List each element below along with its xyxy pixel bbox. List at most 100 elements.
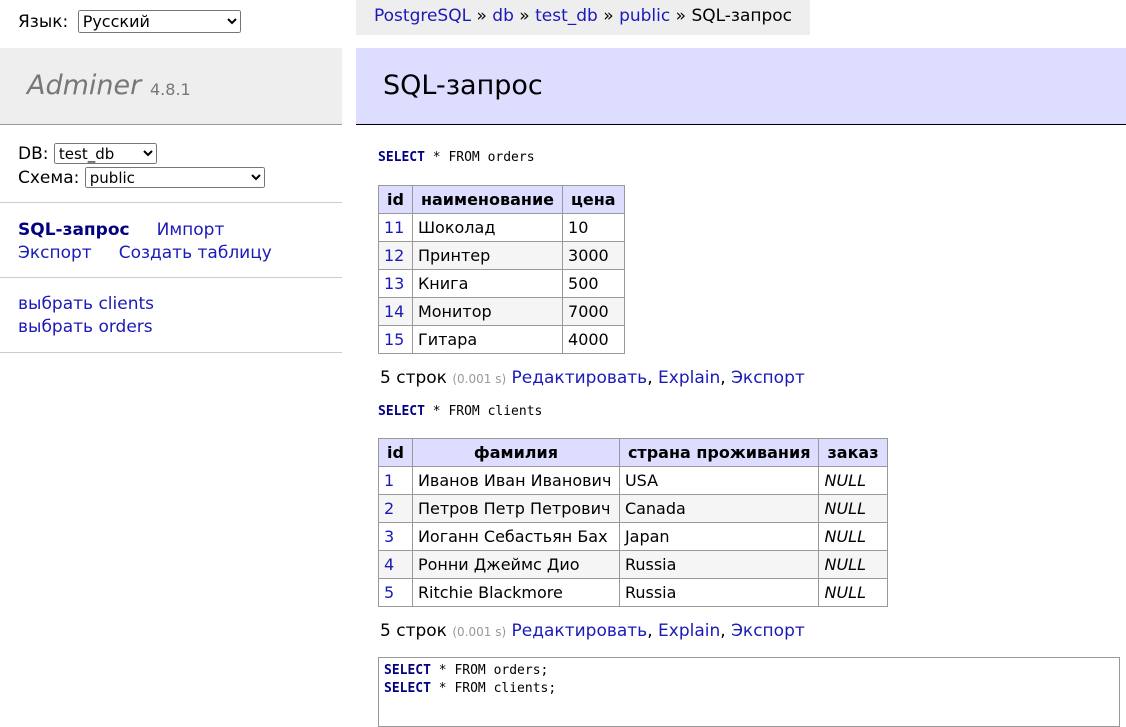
db-selector: DB: test_db Схема: public bbox=[18, 142, 265, 190]
table-cell: Гитара bbox=[411, 325, 564, 354]
table-cell: Russia bbox=[618, 578, 820, 607]
menu-export-link[interactable]: Экспорт bbox=[18, 243, 92, 263]
breadcrumb-driver[interactable]: PostgreSQL bbox=[374, 6, 471, 26]
query-time: (0.001 s) bbox=[452, 625, 507, 639]
row-count: 5 строк bbox=[380, 368, 447, 388]
table-cell: 7000 bbox=[562, 297, 625, 326]
export-link[interactable]: Экспорт bbox=[731, 368, 805, 388]
row-id-link[interactable]: 3 bbox=[384, 527, 394, 546]
main-menu: SQL-запрос Импорт Экспорт Создать таблицу bbox=[18, 219, 299, 265]
adminer-logo-link[interactable]: Adminer bbox=[27, 70, 141, 101]
breadcrumb-separator: » bbox=[476, 6, 487, 26]
sql-keyword: SELECT bbox=[378, 150, 425, 165]
table-cell: Russia bbox=[618, 550, 820, 579]
row-id-link[interactable]: 15 bbox=[384, 330, 404, 349]
query-time: (0.001 s) bbox=[452, 372, 507, 386]
language-label: Язык: bbox=[18, 12, 69, 32]
row-id-link[interactable]: 5 bbox=[384, 583, 394, 602]
db-label: DB: bbox=[18, 144, 49, 164]
sql-rest: * FROM orders bbox=[424, 150, 535, 165]
table-row: 3 Иоганн Себастьян Бах Japan NULL bbox=[378, 522, 888, 551]
breadcrumb-server[interactable]: db bbox=[492, 6, 514, 26]
table-row: 12 Принтер 3000 bbox=[378, 241, 625, 270]
table-cell: 10 bbox=[562, 213, 625, 242]
table-cell: Петров Петр Петрович bbox=[411, 494, 620, 523]
table-cell: NULL bbox=[818, 494, 888, 523]
separator: , bbox=[720, 368, 726, 388]
table-row: 14 Монитор 7000 bbox=[378, 297, 625, 326]
table-cell: NULL bbox=[818, 522, 888, 551]
row-id-link[interactable]: 12 bbox=[384, 246, 404, 265]
sql-editor[interactable]: SELECT * FROM orders; SELECT * FROM clie… bbox=[378, 657, 1120, 727]
result-table-clients: id фамилия страна проживания заказ 1 Ива… bbox=[378, 438, 888, 607]
table-cell: NULL bbox=[818, 550, 888, 579]
sql-keyword: SELECT bbox=[378, 404, 425, 419]
column-header: страна проживания bbox=[618, 438, 820, 467]
breadcrumb-database[interactable]: test_db bbox=[535, 6, 598, 26]
db-select[interactable]: test_db bbox=[53, 143, 157, 164]
row-id-link[interactable]: 13 bbox=[384, 274, 404, 293]
result-summary: 5 строк (0.001 s) Редактировать, Explain… bbox=[380, 368, 805, 388]
menu-sql-link[interactable]: SQL-запрос bbox=[18, 220, 130, 240]
column-header: фамилия bbox=[411, 438, 620, 467]
table-cell: Ронни Джеймс Дио bbox=[411, 550, 620, 579]
language-select[interactable]: Русский bbox=[77, 10, 241, 33]
row-id-link[interactable]: 14 bbox=[384, 302, 404, 321]
row-id-link[interactable]: 11 bbox=[384, 218, 404, 237]
table-row: 4 Ронни Джеймс Дио Russia NULL bbox=[378, 550, 888, 579]
select-clients-link[interactable]: выбрать clients bbox=[18, 294, 154, 314]
query-text[interactable]: SELECT * FROM orders bbox=[378, 150, 535, 165]
table-cell: Монитор bbox=[411, 297, 564, 326]
menu-create-table-link[interactable]: Создать таблицу bbox=[119, 243, 272, 263]
sql-rest: * FROM orders; bbox=[430, 663, 549, 678]
schema-label: Схема: bbox=[18, 168, 80, 188]
row-count: 5 строк bbox=[380, 621, 447, 641]
table-cell: Книга bbox=[411, 269, 564, 298]
breadcrumb-separator: » bbox=[603, 6, 614, 26]
menu-import-link[interactable]: Импорт bbox=[157, 220, 225, 240]
sql-keyword: SELECT bbox=[384, 663, 431, 678]
table-cell: Шоколад bbox=[411, 213, 564, 242]
breadcrumb-current: SQL-запрос bbox=[691, 6, 793, 26]
breadcrumb: PostgreSQL » db » test_db » public » SQL… bbox=[356, 0, 811, 35]
separator: , bbox=[647, 368, 653, 388]
language-switcher: Язык: Русский bbox=[18, 10, 241, 33]
breadcrumb-schema[interactable]: public bbox=[619, 6, 670, 26]
separator: , bbox=[647, 621, 653, 641]
table-row: 15 Гитара 4000 bbox=[378, 325, 625, 354]
sql-rest: * FROM clients bbox=[424, 404, 543, 419]
table-cell: Иванов Иван Иванович bbox=[411, 466, 620, 495]
row-id-link[interactable]: 4 bbox=[384, 555, 394, 574]
schema-select[interactable]: public bbox=[84, 167, 265, 188]
page-title: SQL-запрос bbox=[383, 70, 543, 101]
divider bbox=[0, 352, 342, 353]
table-row: 5 Ritchie Blackmore Russia NULL bbox=[378, 578, 888, 607]
breadcrumb-separator: » bbox=[675, 6, 687, 26]
page-header: SQL-запрос bbox=[356, 48, 1126, 125]
explain-link[interactable]: Explain bbox=[658, 368, 720, 388]
breadcrumb-separator: » bbox=[519, 6, 530, 26]
select-orders-link[interactable]: выбрать orders bbox=[18, 317, 153, 337]
query-text[interactable]: SELECT * FROM clients bbox=[378, 404, 542, 419]
export-link[interactable]: Экспорт bbox=[731, 621, 805, 641]
table-cell: USA bbox=[618, 466, 820, 495]
row-id-link[interactable]: 1 bbox=[384, 471, 394, 490]
divider bbox=[0, 277, 342, 278]
sql-rest: * FROM clients; bbox=[430, 681, 557, 696]
table-cell: Иоганн Себастьян Бах bbox=[411, 522, 620, 551]
table-row: 2 Петров Петр Петрович Canada NULL bbox=[378, 494, 888, 523]
table-cell: Ritchie Blackmore bbox=[411, 578, 620, 607]
table-cell: NULL bbox=[818, 466, 888, 495]
logo: Adminer 4.8.1 bbox=[0, 48, 342, 125]
separator: , bbox=[720, 621, 726, 641]
version-label: 4.8.1 bbox=[150, 80, 191, 99]
explain-link[interactable]: Explain bbox=[658, 621, 720, 641]
result-summary: 5 строк (0.001 s) Редактировать, Explain… bbox=[380, 621, 805, 641]
edit-link[interactable]: Редактировать bbox=[512, 621, 648, 641]
column-header: заказ bbox=[818, 438, 888, 467]
edit-link[interactable]: Редактировать bbox=[512, 368, 648, 388]
table-list: выбрать clients выбрать orders bbox=[18, 293, 154, 339]
table-cell: Canada bbox=[618, 494, 820, 523]
table-row: 11 Шоколад 10 bbox=[378, 213, 625, 242]
row-id-link[interactable]: 2 bbox=[384, 499, 394, 518]
